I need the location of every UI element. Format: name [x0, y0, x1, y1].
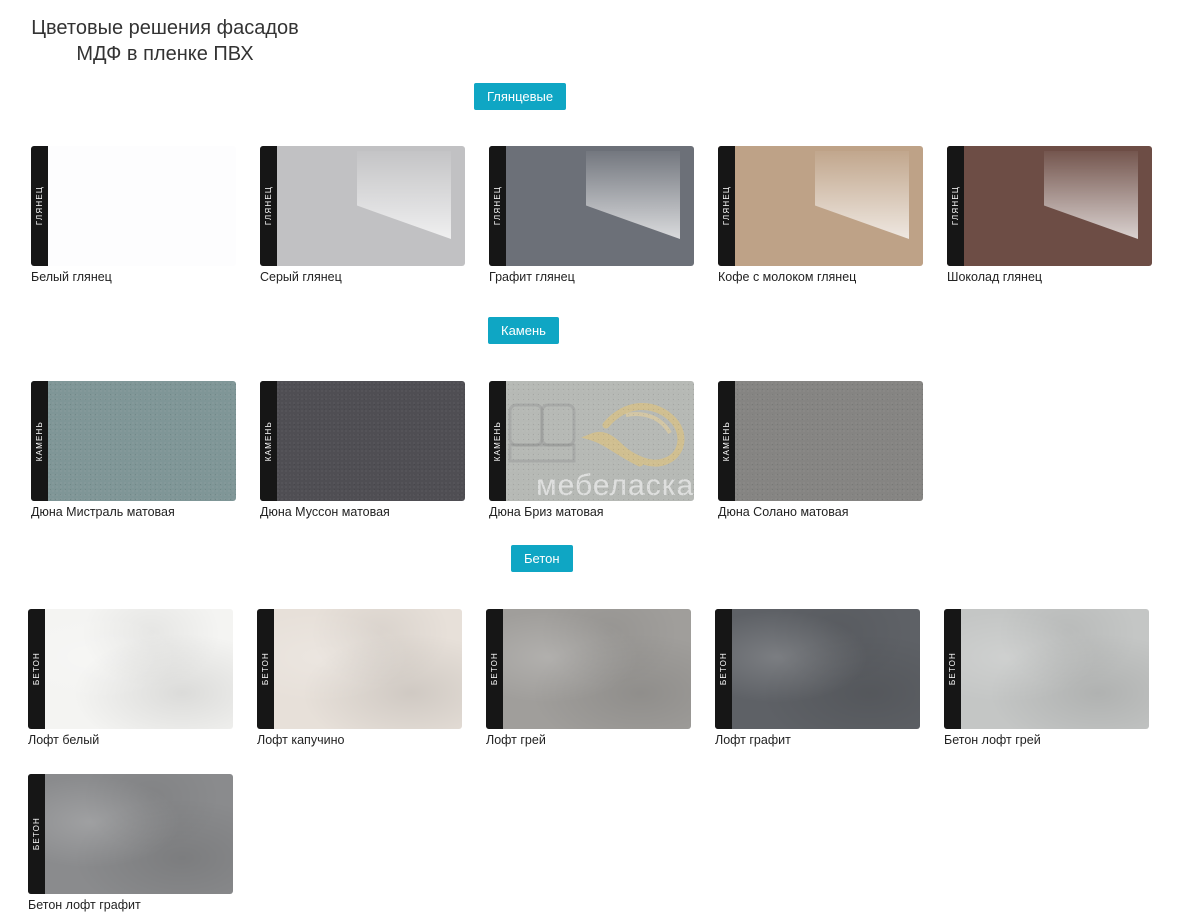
swatch-card[interactable]: БЕТОН Лофт графит: [715, 609, 920, 747]
swatch-label: Кофе с молоком глянец: [718, 270, 857, 284]
section-button-stone[interactable]: Камень: [488, 317, 559, 344]
swatch-tag: БЕТОН: [948, 652, 957, 686]
swatch-tag-band: ГЛЯНЕЦ: [260, 146, 277, 266]
swatch-label: Лофт графит: [715, 733, 791, 747]
swatch-card[interactable]: БЕТОН Лофт грей: [486, 609, 691, 747]
swatch-tag: ГЛЯНЕЦ: [493, 186, 502, 226]
swatch-tag: КАМЕНЬ: [264, 420, 273, 462]
swatch-label: Лофт белый: [28, 733, 100, 747]
swatch-label: Белый глянец: [31, 270, 112, 284]
color-swatch[interactable]: ГЛЯНЕЦ: [260, 146, 465, 266]
swatch-tag: БЕТОН: [490, 652, 499, 686]
page-title-line-1: Цветовые решения фасадов: [31, 17, 299, 39]
section-button-concrete[interactable]: Бетон: [511, 545, 573, 572]
gloss-reflection: [586, 151, 680, 239]
swatch-tag-band: ГЛЯНЕЦ: [718, 146, 735, 266]
swatch-tag-band: ГЛЯНЕЦ: [31, 146, 48, 266]
swatch-card[interactable]: ГЛЯНЕЦ Кофе с молоком глянец: [718, 146, 923, 284]
swatch-tag: КАМЕНЬ: [35, 420, 44, 462]
swatch-label: Шоколад глянец: [947, 270, 1043, 284]
swatch-label: Бетон лофт грей: [944, 733, 1041, 747]
gloss-reflection: [815, 151, 909, 239]
swatch-tag-band: БЕТОН: [28, 774, 45, 894]
swatch-tag: ГЛЯНЕЦ: [264, 186, 273, 226]
color-swatch[interactable]: ГЛЯНЕЦ: [947, 146, 1152, 266]
swatch-label: Дюна Солано матовая: [718, 505, 849, 519]
swatch-label: Лофт грей: [486, 733, 546, 747]
swatch-tag: ГЛЯНЕЦ: [35, 186, 44, 226]
color-swatch[interactable]: БЕТОН: [486, 609, 691, 729]
swatch-tag-band: КАМЕНЬ: [489, 381, 506, 501]
swatch-label: Дюна Муссон матовая: [260, 505, 390, 519]
swatch-tag-band: КАМЕНЬ: [260, 381, 277, 501]
swatch-card[interactable]: ГЛЯНЕЦ Белый глянец: [31, 146, 236, 284]
color-swatch[interactable]: БЕТОН: [28, 609, 233, 729]
swatch-tag-band: БЕТОН: [944, 609, 961, 729]
swatch-tag: КАМЕНЬ: [493, 420, 502, 462]
swatch-tag-band: БЕТОН: [257, 609, 274, 729]
section-button-glossy[interactable]: Глянцевые: [474, 83, 567, 110]
swatch-label: Дюна Мистраль матовая: [31, 505, 175, 519]
swatch-card[interactable]: КАМЕНЬ мебеласка Дюна Бриз матовая: [489, 381, 694, 519]
color-swatch[interactable]: БЕТОН: [715, 609, 920, 729]
swatch-label: Графит глянец: [489, 270, 575, 284]
watermark-graphic: [508, 403, 685, 467]
swatch-label: Бетон лофт графит: [28, 898, 141, 912]
swatch-tag-band: ГЛЯНЕЦ: [489, 146, 506, 266]
swatch-card[interactable]: КАМЕНЬ Дюна Муссон матовая: [260, 381, 465, 519]
color-swatch[interactable]: ГЛЯНЕЦ: [718, 146, 923, 266]
swatch-card[interactable]: БЕТОН Лофт белый: [28, 609, 233, 747]
swatch-card[interactable]: КАМЕНЬ Дюна Мистраль матовая: [31, 381, 236, 519]
watermark-text: мебеласка: [536, 469, 694, 501]
color-swatch[interactable]: ГЛЯНЕЦ: [489, 146, 694, 266]
swatch-card[interactable]: БЕТОН Бетон лофт грей: [944, 609, 1149, 747]
swatch-tag: БЕТОН: [719, 652, 728, 686]
swatch-card[interactable]: ГЛЯНЕЦ Серый глянец: [260, 146, 465, 284]
swatch-tag: БЕТОН: [32, 817, 41, 851]
color-swatch[interactable]: ГЛЯНЕЦ: [31, 146, 236, 266]
swatch-tag-band: БЕТОН: [28, 609, 45, 729]
swatch-card[interactable]: КАМЕНЬ Дюна Солано матовая: [718, 381, 923, 519]
color-swatch[interactable]: БЕТОН: [944, 609, 1149, 729]
swatch-tag: БЕТОН: [261, 652, 270, 686]
swatch-label: Дюна Бриз матовая: [489, 505, 604, 519]
swatch-card[interactable]: ГЛЯНЕЦ Графит глянец: [489, 146, 694, 284]
swatch-card[interactable]: БЕТОН Бетон лофт графит: [28, 774, 233, 912]
swatch-label: Лофт капучино: [257, 733, 345, 747]
swatch-card[interactable]: ГЛЯНЕЦ Шоколад глянец: [947, 146, 1152, 284]
swatch-tag-band: БЕТОН: [486, 609, 503, 729]
swatch-card[interactable]: БЕТОН Лофт капучино: [257, 609, 462, 747]
swatch-tag-band: КАМЕНЬ: [718, 381, 735, 501]
page-title-line-2: МДФ в пленке ПВХ: [76, 43, 254, 65]
gloss-reflection: [1044, 151, 1138, 239]
swatch-tag-band: БЕТОН: [715, 609, 732, 729]
swatch-tag: КАМЕНЬ: [722, 420, 731, 462]
swatch-tag: ГЛЯНЕЦ: [722, 186, 731, 226]
color-swatch[interactable]: БЕТОН: [257, 609, 462, 729]
swatch-tag: БЕТОН: [32, 652, 41, 686]
color-swatch[interactable]: КАМЕНЬ мебеласка: [489, 381, 694, 501]
color-swatch[interactable]: КАМЕНЬ: [31, 381, 236, 501]
color-swatch[interactable]: КАМЕНЬ: [260, 381, 465, 501]
page-title: Цветовые решения фасадов МДФ в пленке ПВ…: [20, 15, 310, 67]
swatch-tag: ГЛЯНЕЦ: [951, 186, 960, 226]
color-swatch[interactable]: БЕТОН: [28, 774, 233, 894]
swatch-tag-band: КАМЕНЬ: [31, 381, 48, 501]
color-swatch[interactable]: КАМЕНЬ: [718, 381, 923, 501]
gloss-reflection: [357, 151, 451, 239]
watermark-logo: мебеласка: [506, 381, 694, 501]
swatch-tag-band: ГЛЯНЕЦ: [947, 146, 964, 266]
swatch-label: Серый глянец: [260, 270, 342, 284]
